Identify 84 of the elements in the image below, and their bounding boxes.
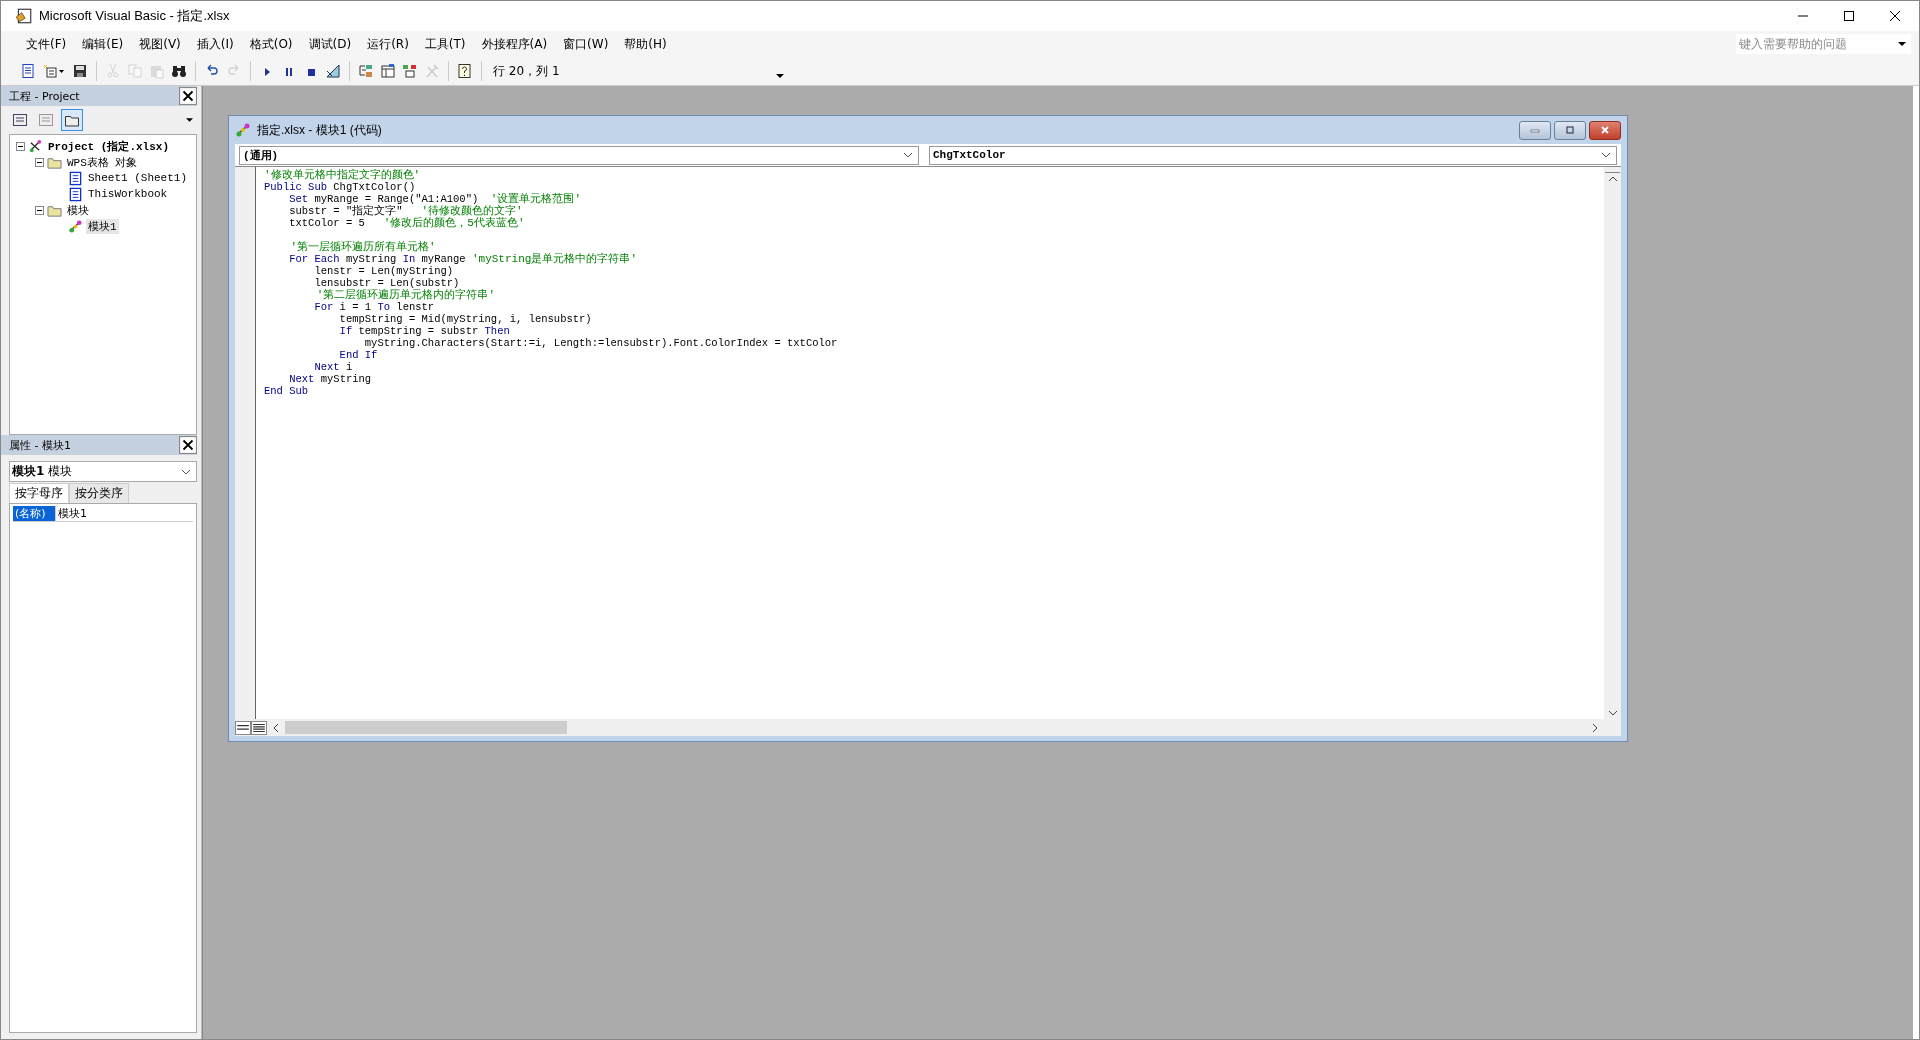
procedure-dropdown[interactable]: ChgTxtColor: [929, 145, 1617, 165]
chevron-down-icon[interactable]: [1601, 152, 1611, 158]
menu-item[interactable]: 运行(R): [360, 33, 416, 55]
scroll-right-icon[interactable]: [1591, 722, 1599, 733]
code-line: '修改单元格中指定文字的颜色': [264, 169, 422, 181]
object-dropdown[interactable]: 模块1 模块: [9, 461, 197, 482]
module-icon: [235, 122, 251, 138]
maximize-icon[interactable]: [1843, 10, 1855, 22]
code-line: If tempString = substr Then: [338, 325, 511, 337]
insert-module-icon[interactable]: [42, 63, 66, 79]
menu-item[interactable]: 格式(O): [242, 33, 300, 55]
property-name[interactable]: (名称): [13, 506, 55, 521]
scroll-left-icon[interactable]: [272, 722, 280, 733]
restore-button[interactable]: [1554, 120, 1586, 140]
tree-item[interactable]: ThisWorkbook: [86, 188, 170, 200]
tree-item[interactable]: 模块1: [86, 218, 119, 234]
code-line: lenstr = Len(myString): [313, 265, 455, 277]
module-icon: [68, 218, 83, 234]
help-icon[interactable]: [457, 63, 473, 79]
tab[interactable]: 按分类序: [69, 483, 129, 503]
tree-item[interactable]: Project (指定.xlsx): [46, 138, 172, 154]
app-icon: [15, 7, 33, 25]
code-line: txtColor = 5 '修改后的颜色，5代表蓝色': [288, 217, 526, 229]
code-line: Next i: [313, 361, 354, 373]
cursor-position: 行 20，列 1: [492, 62, 561, 80]
menu-item[interactable]: 外接程序(A): [474, 33, 555, 55]
dropdown-icon[interactable]: [186, 118, 193, 122]
code-line: lensubstr = Len(substr): [313, 277, 460, 289]
properties-window-icon[interactable]: [380, 63, 396, 79]
tree-item[interactable]: WPS表格 对象: [65, 154, 140, 170]
code-line: For Each myString In myRange 'myString是单元格中的字符串': [288, 253, 638, 265]
code-line: myString.Characters(Start:=i, Length:=lensubstr).Font.ColorIndex = txtColor: [363, 337, 839, 349]
code-line: Set myRange = Range("A1:A100") '设置单元格范围': [288, 193, 583, 205]
tab[interactable]: 按字母序: [9, 483, 69, 503]
project-explorer-icon[interactable]: [358, 63, 374, 79]
close-button[interactable]: [1589, 120, 1621, 140]
binoculars-icon[interactable]: [171, 63, 187, 79]
code-line: '第一层循环遍历所有单元格': [289, 241, 437, 253]
code-line: tempString = Mid(myString, i, lensubstr): [338, 313, 593, 325]
menu-item[interactable]: 视图(V): [132, 33, 188, 55]
module-view-icon[interactable]: [251, 720, 267, 735]
document-icon: [68, 186, 83, 202]
collapse-icon[interactable]: [16, 141, 25, 151]
object-dropdown[interactable]: (通用): [239, 145, 919, 165]
vertical-scrollbar[interactable]: [1604, 167, 1621, 719]
window-title: Microsoft Visual Basic - 指定.xlsx: [39, 7, 230, 25]
document-icon[interactable]: [20, 63, 36, 79]
document-icon: [68, 170, 83, 186]
dropdown-icon[interactable]: [775, 74, 784, 78]
minimize-button[interactable]: [1519, 120, 1551, 140]
code-window-title: 指定.xlsx - 模块1 (代码): [257, 121, 382, 139]
code-line: Public Sub ChgTxtColor(): [264, 181, 417, 193]
property-value[interactable]: 模块1: [55, 506, 87, 521]
code-line: End Sub: [264, 385, 310, 397]
close-icon[interactable]: [1889, 10, 1901, 22]
menu-item[interactable]: 调试(D): [301, 33, 359, 55]
restore-icon[interactable]: [1564, 126, 1576, 134]
code-line: For i = 1 To lenstr: [313, 301, 436, 313]
code-line: '第二层循环遍历单元格内的字符串': [315, 289, 496, 301]
code-line: Next myString: [288, 373, 373, 385]
tree-item[interactable]: Sheet1 (Sheet1): [86, 172, 190, 184]
project-icon: [28, 138, 43, 154]
menu-item[interactable]: 插入(I): [189, 33, 241, 55]
collapse-icon[interactable]: [35, 157, 44, 167]
menu-item[interactable]: 编辑(E): [75, 33, 131, 55]
panel-title: 工程 - Project: [9, 88, 80, 104]
close-icon[interactable]: [179, 87, 197, 105]
panel-title: 属性 - 模块1: [9, 437, 71, 453]
chevron-down-icon[interactable]: [903, 152, 913, 158]
menu-item[interactable]: 文件(F): [19, 33, 74, 55]
save-icon[interactable]: [72, 63, 88, 79]
menu-item[interactable]: 工具(T): [417, 33, 473, 55]
code-line: substr = "指定文字" '待修改颜色的文字': [288, 205, 524, 217]
chevron-down-icon[interactable]: [181, 468, 191, 475]
menu-item[interactable]: 帮助(H): [617, 33, 674, 55]
code-line: End If: [338, 349, 379, 361]
tree-item[interactable]: 模块: [65, 202, 91, 218]
close-icon[interactable]: [179, 436, 197, 454]
collapse-icon[interactable]: [35, 205, 44, 215]
help-search-field[interactable]: 键入需要帮助的问题: [1736, 34, 1911, 54]
procedure-view-icon[interactable]: [235, 720, 251, 735]
dropdown-icon[interactable]: [1898, 42, 1906, 46]
object-browser-icon[interactable]: [402, 63, 418, 79]
menu-item[interactable]: 窗口(W): [556, 33, 616, 55]
